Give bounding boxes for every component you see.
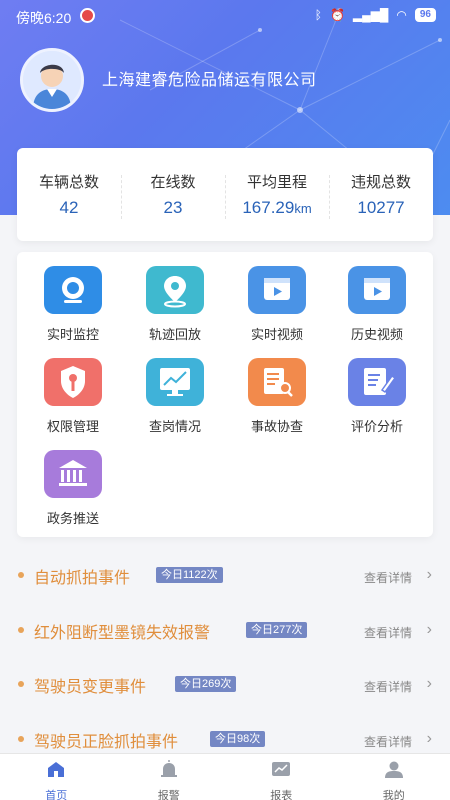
document-search-icon — [248, 358, 306, 406]
event-count-badge: 今日98次 — [210, 731, 266, 747]
stat-online[interactable]: 在线数 23 — [121, 171, 225, 219]
stat-total-vehicles[interactable]: 车辆总数 42 — [17, 171, 121, 218]
event-count-badge: 今日277次 — [246, 622, 308, 638]
tab-label: 首页 — [45, 790, 68, 800]
bullet-icon — [18, 627, 24, 633]
feature-history-video[interactable]: 历史视频 — [327, 266, 427, 343]
chevron-right-icon: › — [426, 621, 432, 638]
feature-label: 政务推送 — [46, 511, 99, 526]
chevron-right-icon: › — [426, 730, 432, 747]
monitor-chart-icon — [146, 358, 204, 406]
stat-unit: km — [294, 201, 312, 216]
status-time: 傍晚6:20 — [16, 10, 72, 26]
government-building-icon — [44, 450, 102, 498]
view-details-link[interactable]: 查看详情 — [364, 733, 412, 750]
stat-value: 42 — [59, 198, 79, 217]
tab-home[interactable]: 首页 — [0, 754, 113, 800]
feature-label: 实时视频 — [250, 327, 303, 342]
bluetooth-icon: ᛒ — [314, 8, 322, 22]
tab-label: 报警 — [157, 790, 180, 800]
video-icon — [348, 266, 406, 314]
video-icon — [248, 266, 306, 314]
bottom-tab-bar: 首页 报警 报表 我的 — [0, 753, 450, 800]
view-details-link[interactable]: 查看详情 — [364, 569, 412, 586]
event-count-badge: 今日269次 — [175, 676, 237, 692]
home-icon — [48, 762, 65, 777]
stat-label: 在线数 — [150, 174, 196, 191]
feature-label: 权限管理 — [46, 419, 99, 434]
stat-value: 10277 — [357, 198, 405, 217]
avatar[interactable] — [20, 48, 84, 112]
feature-label: 评价分析 — [350, 419, 403, 434]
event-item-driver-change[interactable]: 驾驶员变更事件 今日269次 查看详情 › — [0, 657, 450, 711]
status-icons: ᛒ ⏰ ▂▄▆█ ◠ 96 — [315, 8, 436, 22]
feature-permission-management[interactable]: 权限管理 — [23, 358, 123, 435]
event-item-infrared-alarm[interactable]: 红外阻断型墨镜失效报警 今日277次 查看详情 › — [0, 603, 450, 657]
status-bar: 傍晚6:20 ᛒ ⏰ ▂▄▆█ ◠ 96 — [0, 0, 450, 32]
feature-label: 历史视频 — [350, 327, 403, 342]
tab-label: 报表 — [270, 790, 293, 800]
feature-realtime-monitor[interactable]: 实时监控 — [23, 266, 123, 343]
bullet-icon — [18, 736, 24, 742]
key-shield-icon — [44, 358, 102, 406]
feature-label: 轨迹回放 — [148, 327, 201, 342]
event-title: 自动抓拍事件 — [34, 570, 131, 587]
tab-mine[interactable]: 我的 — [338, 754, 450, 800]
view-details-link[interactable]: 查看详情 — [364, 624, 412, 641]
stat-value: 23 — [163, 198, 183, 217]
bullet-icon — [18, 572, 24, 578]
feature-grid: 实时监控 轨迹回放 实时视频 历史视频 权限管理 查岗情况 事故协查 评价分析 … — [17, 252, 433, 537]
battery-icon: 96 — [414, 8, 436, 22]
feature-accident-investigation[interactable]: 事故协查 — [227, 358, 327, 435]
feature-label: 实时监控 — [46, 327, 99, 342]
bullet-icon — [18, 681, 24, 687]
stat-label: 违规总数 — [350, 174, 411, 191]
event-count-badge: 今日1122次 — [156, 567, 223, 583]
company-name: 上海建睿危险品储运有限公司 — [102, 72, 317, 89]
tab-label: 我的 — [382, 790, 405, 800]
feature-post-inspection[interactable]: 查岗情况 — [125, 358, 225, 435]
feature-track-playback[interactable]: 轨迹回放 — [125, 266, 225, 343]
feature-government-push[interactable]: 政务推送 — [23, 450, 123, 527]
event-title: 驾驶员变更事件 — [34, 679, 147, 696]
camera-icon — [44, 266, 102, 314]
view-details-link[interactable]: 查看详情 — [364, 678, 412, 695]
chevron-right-icon: › — [426, 675, 432, 692]
event-title: 红外阻断型墨镜失效报警 — [34, 625, 211, 642]
event-item-auto-capture[interactable]: 自动抓拍事件 今日1122次 查看详情 › — [0, 548, 450, 602]
alarm-clock-icon: ⏰ — [329, 8, 345, 22]
location-pin-icon — [146, 266, 204, 314]
stat-label: 平均里程 — [246, 174, 307, 191]
feature-evaluation-analysis[interactable]: 评价分析 — [327, 358, 427, 435]
feature-label: 查岗情况 — [148, 419, 201, 434]
signal-icon: ▂▄▆█ — [352, 8, 389, 22]
stat-avg-mileage[interactable]: 平均里程 167.29km — [225, 171, 329, 219]
stat-label: 车辆总数 — [38, 174, 99, 191]
tab-report[interactable]: 报表 — [225, 754, 338, 800]
wifi-icon: ◠ — [396, 8, 407, 22]
report-icon — [272, 762, 291, 776]
alarm-icon — [160, 760, 177, 777]
user-icon — [384, 761, 403, 778]
event-title: 驾驶员正脸抓拍事件 — [34, 734, 179, 751]
stats-card: 车辆总数 42 在线数 23 平均里程 167.29km 违规总数 10277 — [17, 148, 433, 241]
feature-realtime-video[interactable]: 实时视频 — [227, 266, 327, 343]
tab-alarm[interactable]: 报警 — [113, 754, 226, 800]
chevron-right-icon: › — [426, 566, 432, 583]
edit-document-icon — [348, 358, 406, 406]
stat-value: 167.29km — [242, 198, 312, 217]
stat-violations[interactable]: 违规总数 10277 — [329, 171, 433, 219]
recording-indicator-icon — [80, 8, 95, 23]
feature-label: 事故协查 — [250, 419, 303, 434]
